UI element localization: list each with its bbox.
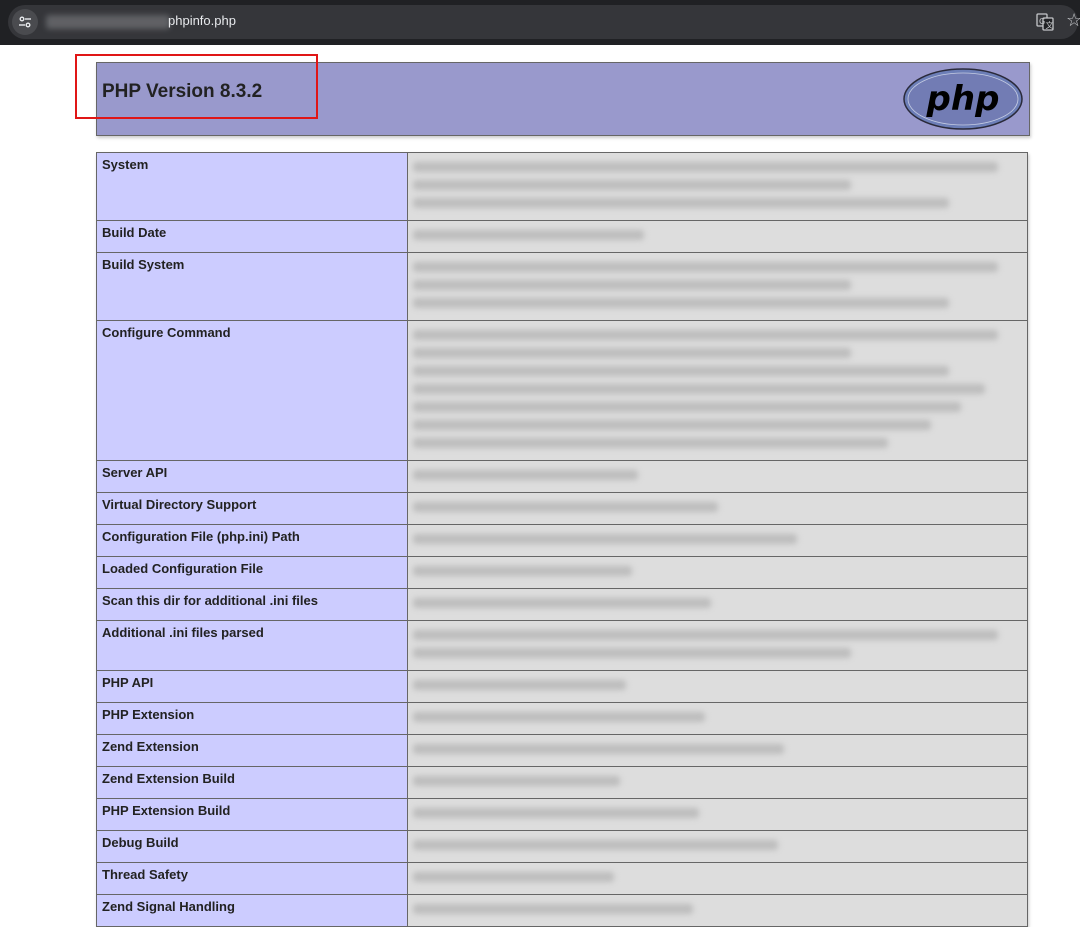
redacted-text bbox=[413, 744, 785, 754]
redacted-text bbox=[413, 438, 889, 448]
redacted-text bbox=[413, 598, 712, 608]
row-value-redacted bbox=[407, 702, 1028, 735]
redacted-text bbox=[413, 348, 852, 358]
address-bar[interactable]: phpinfo.php bbox=[8, 5, 1078, 39]
table-row: Configuration File (php.ini) Path bbox=[96, 524, 1028, 557]
tune-icon bbox=[19, 16, 31, 28]
table-row: Server API bbox=[96, 460, 1028, 493]
row-value-redacted bbox=[407, 670, 1028, 703]
redacted-text bbox=[413, 808, 700, 818]
row-label: PHP API bbox=[96, 670, 408, 703]
row-label: Server API bbox=[96, 460, 408, 493]
redacted-text bbox=[413, 840, 779, 850]
row-label: Zend Signal Handling bbox=[96, 894, 408, 927]
row-label: Build System bbox=[96, 252, 408, 321]
row-value-redacted bbox=[407, 556, 1028, 589]
row-value-redacted bbox=[407, 734, 1028, 767]
row-label: Loaded Configuration File bbox=[96, 556, 408, 589]
row-label: Virtual Directory Support bbox=[96, 492, 408, 525]
row-value-redacted bbox=[407, 252, 1028, 321]
row-label: PHP Extension bbox=[96, 702, 408, 735]
redacted-text bbox=[413, 180, 852, 190]
redacted-text bbox=[413, 470, 639, 480]
row-value-redacted bbox=[407, 492, 1028, 525]
row-label: Zend Extension Build bbox=[96, 766, 408, 799]
table-row: Debug Build bbox=[96, 830, 1028, 863]
row-label: System bbox=[96, 152, 408, 221]
redacted-text bbox=[413, 648, 852, 658]
redacted-text bbox=[413, 198, 949, 208]
table-row: Zend Extension bbox=[96, 734, 1028, 767]
highlight-annotation bbox=[75, 54, 318, 119]
row-label: Debug Build bbox=[96, 830, 408, 863]
row-value-redacted bbox=[407, 152, 1028, 221]
row-label: Thread Safety bbox=[96, 862, 408, 895]
row-value-redacted bbox=[407, 620, 1028, 671]
row-value-redacted bbox=[407, 220, 1028, 253]
redacted-text bbox=[413, 162, 998, 172]
redacted-text bbox=[413, 566, 633, 576]
translate-icon[interactable]: G 文 bbox=[1036, 13, 1054, 31]
table-row: Virtual Directory Support bbox=[96, 492, 1028, 525]
redacted-text bbox=[413, 402, 962, 412]
row-label: Configuration File (php.ini) Path bbox=[96, 524, 408, 557]
redacted-text bbox=[413, 680, 627, 690]
row-value-redacted bbox=[407, 862, 1028, 895]
redacted-text bbox=[413, 712, 706, 722]
table-row: PHP API bbox=[96, 670, 1028, 703]
redacted-text bbox=[413, 630, 998, 640]
redacted-text bbox=[413, 366, 949, 376]
row-label: PHP Extension Build bbox=[96, 798, 408, 831]
row-value-redacted bbox=[407, 524, 1028, 557]
svg-text:文: 文 bbox=[1046, 20, 1054, 30]
table-row: System bbox=[96, 152, 1028, 221]
redacted-text bbox=[413, 262, 998, 272]
row-label: Configure Command bbox=[96, 320, 408, 461]
row-value-redacted bbox=[407, 830, 1028, 863]
table-row: Thread Safety bbox=[96, 862, 1028, 895]
row-value-redacted bbox=[407, 320, 1028, 461]
redacted-text bbox=[413, 384, 986, 394]
table-row: Build System bbox=[96, 252, 1028, 321]
redacted-text bbox=[413, 420, 931, 430]
table-row: Configure Command bbox=[96, 320, 1028, 461]
table-row: Scan this dir for additional .ini files bbox=[96, 588, 1028, 621]
row-label: Build Date bbox=[96, 220, 408, 253]
table-row: Loaded Configuration File bbox=[96, 556, 1028, 589]
redacted-text bbox=[413, 502, 718, 512]
redacted-text bbox=[413, 776, 621, 786]
redacted-text bbox=[413, 298, 949, 308]
row-value-redacted bbox=[407, 460, 1028, 493]
site-info-button[interactable] bbox=[12, 9, 38, 35]
table-row: Zend Signal Handling bbox=[96, 894, 1028, 927]
row-value-redacted bbox=[407, 798, 1028, 831]
table-row: PHP Extension Build bbox=[96, 798, 1028, 831]
redacted-text bbox=[413, 904, 694, 914]
table-row: PHP Extension bbox=[96, 702, 1028, 735]
table-row: Zend Extension Build bbox=[96, 766, 1028, 799]
row-value-redacted bbox=[407, 588, 1028, 621]
row-value-redacted bbox=[407, 894, 1028, 927]
star-icon[interactable]: ☆ bbox=[1066, 11, 1080, 31]
php-logo-text: php bbox=[926, 79, 1000, 119]
php-logo-icon[interactable]: php bbox=[903, 68, 1023, 130]
row-label: Zend Extension bbox=[96, 734, 408, 767]
redacted-text bbox=[413, 280, 852, 290]
table-row: Build Date bbox=[96, 220, 1028, 253]
svg-text:G: G bbox=[1039, 17, 1045, 26]
row-label: Additional .ini files parsed bbox=[96, 620, 408, 671]
row-label: Scan this dir for additional .ini files bbox=[96, 588, 408, 621]
row-value-redacted bbox=[407, 766, 1028, 799]
phpinfo-table: System Build Date Build System Configure Co… bbox=[96, 152, 1028, 927]
url-host-redacted bbox=[46, 15, 170, 29]
redacted-text bbox=[413, 872, 614, 882]
browser-toolbar: phpinfo.php G 文 ☆ bbox=[0, 0, 1080, 45]
redacted-text bbox=[413, 534, 797, 544]
table-row: Additional .ini files parsed bbox=[96, 620, 1028, 671]
redacted-text bbox=[413, 330, 998, 340]
redacted-text bbox=[413, 230, 645, 240]
url-path[interactable]: phpinfo.php bbox=[168, 13, 236, 28]
